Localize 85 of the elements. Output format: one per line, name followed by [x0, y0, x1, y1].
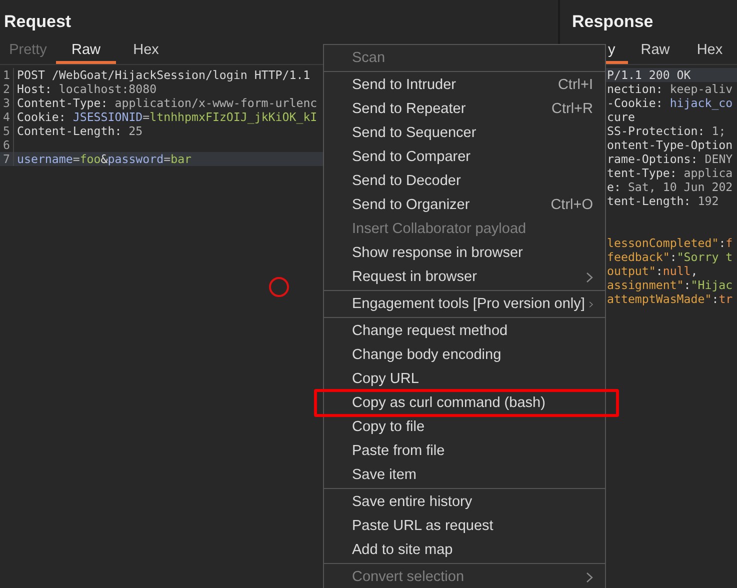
code-token: tr [718, 292, 733, 306]
menu-item[interactable]: Change body encoding [324, 343, 605, 367]
code-token: 192 [696, 194, 719, 208]
menu-item[interactable]: Change request method [324, 319, 605, 343]
code-token: f [726, 236, 733, 250]
code-token: : [684, 278, 691, 292]
code-token: "Sorry t [676, 250, 733, 264]
code-token: : [718, 236, 726, 250]
circle-annotation [269, 277, 289, 297]
code-token: 1; [710, 124, 726, 138]
code-token: : [712, 292, 719, 306]
menu-item[interactable]: Send to Intruder Ctrl+I [324, 73, 605, 97]
line-number: 3 [0, 96, 14, 110]
chevron-right-icon [586, 272, 593, 282]
code-token: lessonCompleted" [607, 236, 719, 250]
menu-item[interactable]: Add to site map [324, 538, 605, 562]
code-token: -Cookie: [607, 96, 663, 110]
line-number: 2 [0, 82, 14, 96]
code-token: ontent-Type-Option [607, 138, 733, 152]
code-token: JSESSIONID [72, 110, 143, 124]
view-tab[interactable]: Hex [116, 39, 176, 64]
menu-item[interactable]: Save item [324, 463, 605, 487]
code-token: Content-Type: [17, 96, 108, 110]
code-token: : [656, 264, 663, 278]
code-token: P/1.1 200 OK [607, 68, 691, 82]
code-token: "Hijac [690, 278, 733, 292]
code-token: Host: [17, 82, 52, 96]
code-token: : [670, 250, 677, 264]
menu-item[interactable]: Send to Organizer Ctrl+O [324, 193, 605, 217]
code-token: rame-Options: [607, 152, 698, 166]
code-token: applica [682, 166, 733, 180]
code-token: tent-Type: [607, 166, 677, 180]
menu-item[interactable]: Send to Decoder [324, 169, 605, 193]
code-token: attemptWasMade" [607, 292, 712, 306]
menu-item[interactable]: Send to Comparer [324, 145, 605, 169]
code-token: cure [607, 110, 635, 124]
menu-item[interactable]: Request in browser [324, 265, 605, 289]
menu-item[interactable]: Paste from file [324, 439, 605, 463]
panel-title: Request [3, 11, 72, 33]
menu-item[interactable]: Send to Repeater Ctrl+R [324, 97, 605, 121]
menu-item[interactable]: Send to Sequencer [324, 121, 605, 145]
code-token: keep-aliv [668, 82, 733, 96]
code-token: nection: [607, 82, 663, 96]
code-token: Content-Length: [17, 124, 122, 138]
code-token: & [100, 152, 108, 166]
code-token: = [142, 110, 150, 124]
code-token: password [108, 152, 164, 166]
code-token: username [17, 152, 73, 166]
code-token: null [662, 264, 691, 278]
chevron-right-icon [588, 298, 593, 310]
menu-item[interactable]: Copy to file [324, 415, 605, 439]
menu-item[interactable]: Save entire history [324, 490, 605, 514]
menu-item[interactable]: Show response in browser [324, 241, 605, 265]
panel-title: Response [571, 11, 654, 33]
menu-item[interactable]: Copy as curl command (bash) [324, 391, 605, 415]
view-tab[interactable]: Hex [682, 39, 737, 64]
code-token: tent-Length: [607, 194, 691, 208]
code-token: ltnhhpmxFIzOIJ_jkKiOK_kI [150, 110, 318, 124]
code-token: localhost:8080 [58, 82, 157, 96]
menu-item[interactable]: Engagement tools [Pro version only] [324, 292, 605, 316]
line-number: 5 [0, 124, 14, 138]
code-token: 25 [128, 124, 143, 138]
code-token: = [72, 152, 80, 166]
code-token: Cookie: [17, 110, 66, 124]
code-token: assignment" [607, 278, 684, 292]
menu-item[interactable]: Copy URL [324, 367, 605, 391]
line-number: 7 [0, 152, 14, 166]
code-token: application/x-www-form-urlenc [114, 96, 318, 110]
code-token: DENY [704, 152, 733, 166]
view-tab[interactable]: Raw [628, 39, 682, 64]
code-token: Sat, 10 Jun 202 [626, 180, 733, 194]
code-token: SS-Protection: [607, 124, 705, 138]
code-token: foo [80, 152, 101, 166]
menu-item[interactable]: Paste URL as request [324, 514, 605, 538]
code-token: = [164, 152, 171, 166]
code-token: , [690, 264, 698, 278]
code-token: e: [607, 180, 621, 194]
code-token: output" [607, 264, 656, 278]
line-number: 1 [0, 68, 14, 82]
chevron-right-icon [586, 572, 593, 582]
code-token: bar [170, 152, 192, 166]
code-token: hijack_co [668, 96, 733, 110]
code-token: feedback" [607, 250, 670, 264]
line-number: 4 [0, 110, 14, 124]
code-token: POST /WebGoat/HijackSession/login HTTP/1.1 [17, 68, 310, 82]
